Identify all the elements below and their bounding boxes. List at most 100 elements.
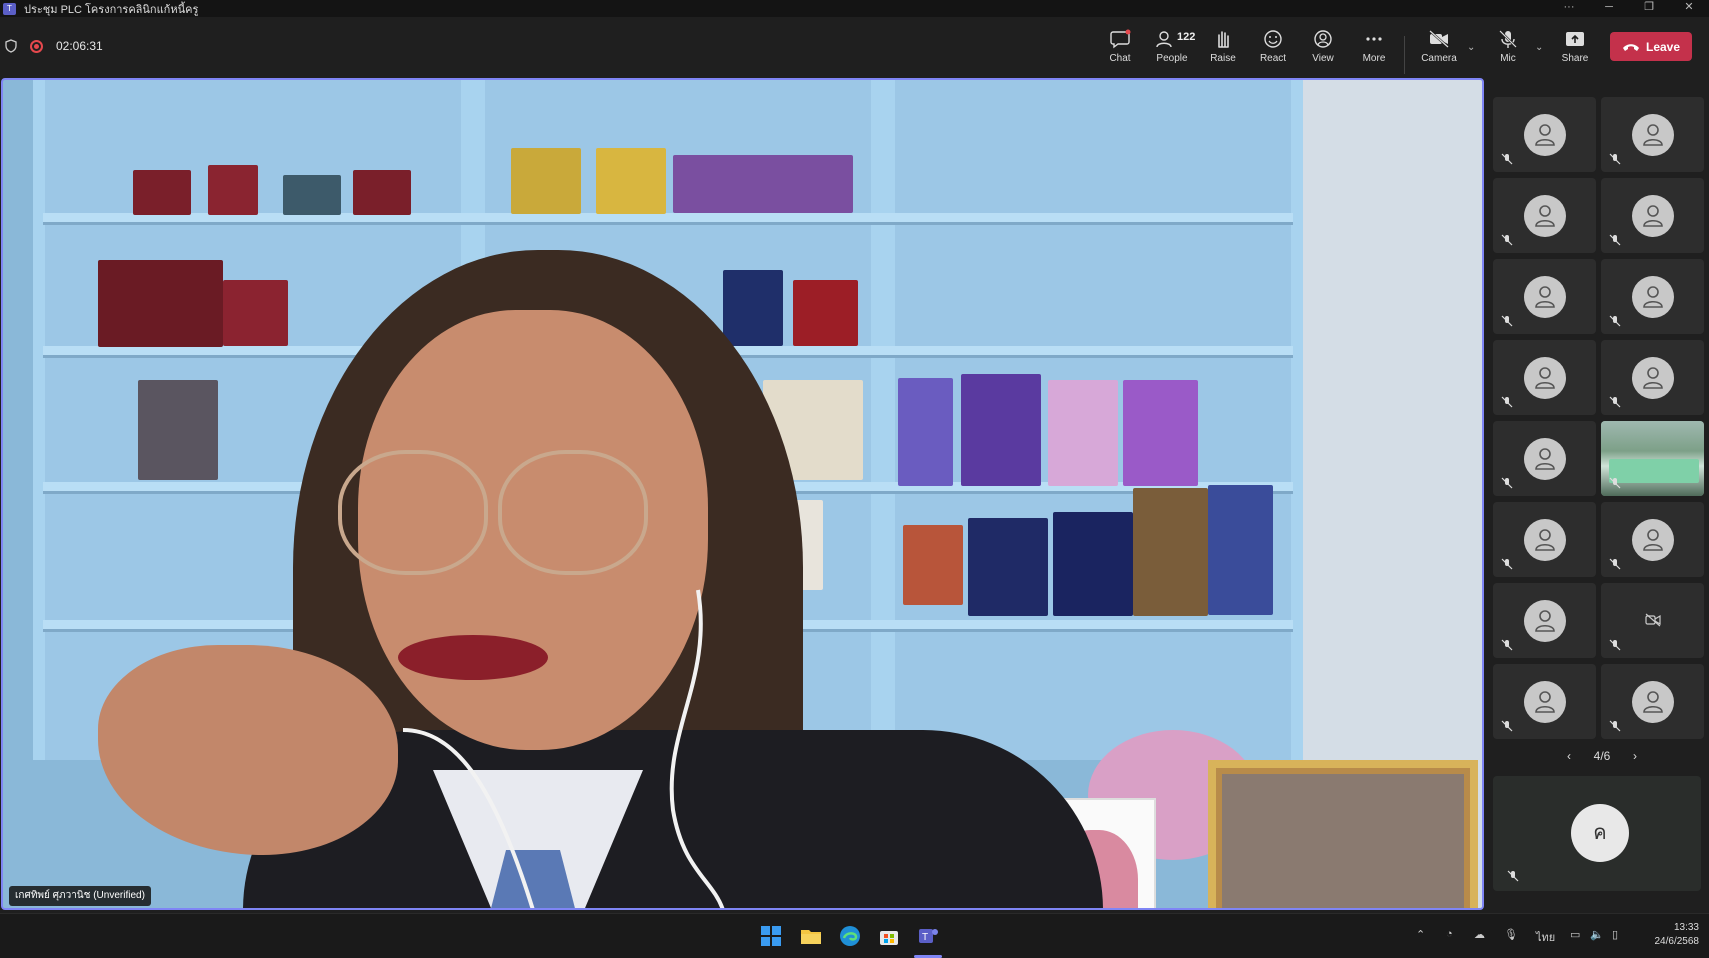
mic-off-icon <box>1609 477 1621 489</box>
window-title: ประชุม PLC โครงการคลินิกแก้หนี้ครู <box>24 3 199 16</box>
people-button[interactable]: 122 People <box>1147 25 1197 73</box>
edge-browser-icon[interactable] <box>838 924 862 948</box>
chevron-up-icon[interactable]: ⌃ <box>1416 928 1425 941</box>
system-clock[interactable]: 13:33 24/6/2568 <box>1655 921 1700 949</box>
teams-taskbar-icon[interactable]: T <box>916 924 940 948</box>
participant-tile[interactable] <box>1493 178 1596 253</box>
shelf-book <box>138 380 218 480</box>
camera-label: Camera <box>1421 53 1457 64</box>
shield-icon[interactable] <box>5 39 17 53</box>
microsoft-store-icon[interactable] <box>877 924 901 948</box>
avatar <box>1632 276 1674 318</box>
participant-tile[interactable] <box>1601 340 1704 415</box>
restore-button[interactable]: ❐ <box>1629 0 1669 17</box>
participant-tile[interactable] <box>1493 583 1596 658</box>
share-icon <box>1566 32 1584 46</box>
more-actions-button[interactable]: More <box>1349 25 1399 73</box>
raise-hand-button[interactable]: Raise <box>1198 25 1248 73</box>
mic-options-chevron-icon[interactable]: ⌄ <box>1535 42 1543 53</box>
shelf-book <box>968 518 1048 616</box>
mic-off-icon <box>1609 315 1621 327</box>
avatar <box>1524 438 1566 480</box>
shelf-book <box>353 170 411 215</box>
chevron-right-icon[interactable]: › <box>1633 749 1637 763</box>
avatar <box>1632 681 1674 723</box>
react-button[interactable]: React <box>1248 25 1298 73</box>
camera-button[interactable]: Camera <box>1414 25 1464 73</box>
person-icon <box>1643 124 1663 146</box>
window-more-button[interactable]: ··· <box>1549 0 1589 17</box>
raise-hand-icon <box>1218 31 1229 48</box>
participant-tile[interactable] <box>1601 259 1704 334</box>
avatar <box>1632 519 1674 561</box>
camera-options-chevron-icon[interactable]: ⌄ <box>1467 42 1475 53</box>
avatar <box>1632 195 1674 237</box>
mic-off-icon <box>1501 234 1513 246</box>
participant-tile[interactable] <box>1601 97 1704 172</box>
shelf-book <box>1048 380 1118 486</box>
participant-tile[interactable] <box>1493 664 1596 739</box>
speaker-glasses-left-lens <box>338 450 488 575</box>
mic-off-icon <box>1609 720 1621 732</box>
view-button[interactable]: View <box>1298 25 1348 73</box>
mic-off-icon <box>1501 315 1513 327</box>
share-button[interactable]: Share <box>1550 25 1600 73</box>
network-icon[interactable]: ▭ <box>1570 928 1580 941</box>
self-avatar: ค <box>1571 804 1629 862</box>
participant-tile[interactable] <box>1493 421 1596 496</box>
hang-up-icon <box>1622 43 1639 51</box>
shelf-book <box>596 148 666 214</box>
more-label: More <box>1362 53 1386 64</box>
framed-photograph <box>1208 760 1478 908</box>
participant-tile[interactable] <box>1493 97 1596 172</box>
camera-off-icon <box>1429 30 1449 48</box>
mic-button[interactable]: Mic <box>1483 25 1533 73</box>
participant-video-tile[interactable] <box>1601 421 1704 496</box>
avatar <box>1524 276 1566 318</box>
person-icon <box>1643 529 1663 551</box>
mic-off-icon <box>1609 153 1621 165</box>
participant-tile[interactable] <box>1601 178 1704 253</box>
microphone-icon[interactable]: 🎙 <box>1504 928 1518 941</box>
chat-button[interactable]: Chat <box>1095 25 1145 73</box>
participant-tile[interactable] <box>1601 583 1704 658</box>
video-off-icon <box>1645 613 1661 627</box>
shelf-book <box>511 148 581 214</box>
shelf-book <box>1208 485 1273 615</box>
person-icon <box>1535 610 1555 632</box>
participant-tile[interactable] <box>1493 502 1596 577</box>
participant-tile[interactable] <box>1493 340 1596 415</box>
shelf-book <box>898 378 953 486</box>
shelf-book <box>98 260 223 347</box>
windows-start-icon[interactable] <box>759 924 783 948</box>
file-explorer-icon[interactable] <box>799 924 823 948</box>
mic-off-icon <box>1501 477 1513 489</box>
avatar <box>1632 114 1674 156</box>
participant-tile[interactable] <box>1601 664 1704 739</box>
leave-button[interactable]: Leave <box>1610 32 1692 61</box>
window-controls: ··· ─ ❐ ✕ <box>1549 0 1709 17</box>
person-icon <box>1643 691 1663 713</box>
participant-tile[interactable] <box>1493 259 1596 334</box>
input-language-indicator[interactable]: ไทย <box>1536 928 1555 946</box>
battery-icon[interactable]: ▯ <box>1612 928 1618 941</box>
minimize-button[interactable]: ─ <box>1589 0 1629 17</box>
main-speaker-video[interactable]: เกศทิพย์ ศุภวานิช (Unverified) <box>1 78 1484 910</box>
volume-icon[interactable]: 🔈 <box>1590 928 1604 941</box>
close-button[interactable]: ✕ <box>1669 0 1709 17</box>
self-preview-tile[interactable]: ค <box>1493 776 1701 891</box>
meeting-timer: 02:06:31 <box>56 39 103 53</box>
sync-icon[interactable]: ◔ <box>1446 928 1453 940</box>
shelf-book <box>1053 512 1133 616</box>
participant-tile[interactable] <box>1601 502 1704 577</box>
shelf-book <box>673 155 853 213</box>
mic-off-icon <box>1609 639 1621 651</box>
person-icon <box>1643 367 1663 389</box>
react-label: React <box>1259 53 1287 64</box>
meeting-table <box>1609 459 1699 483</box>
mic-off-icon <box>1609 558 1621 570</box>
more-icon <box>1366 37 1382 41</box>
leave-label: Leave <box>1645 39 1681 54</box>
cloud-offline-icon[interactable]: ☁ <box>1474 928 1485 941</box>
chevron-left-icon[interactable]: ‹ <box>1567 749 1571 763</box>
